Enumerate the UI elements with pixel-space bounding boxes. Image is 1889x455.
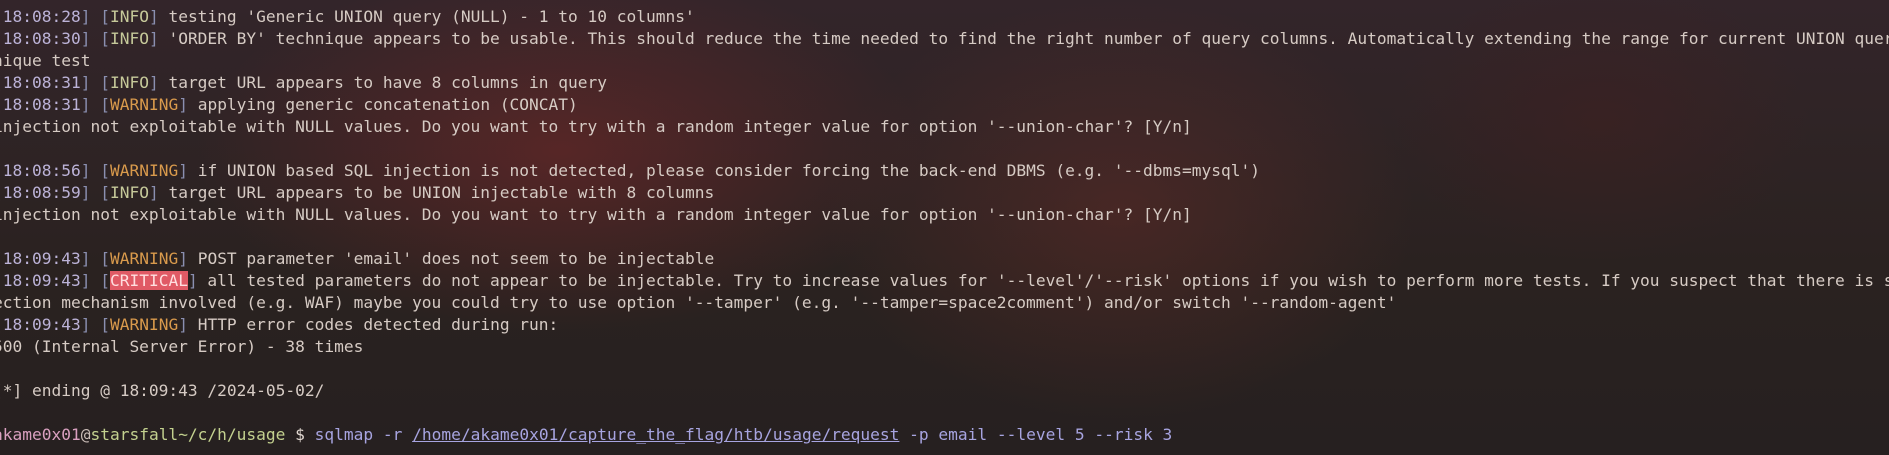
command-name: sqlmap <box>314 425 374 444</box>
log-line: [18:08:30] [INFO] 'ORDER BY' technique a… <box>0 28 1889 50</box>
output-text: nique test <box>0 51 91 70</box>
terminal-output[interactable]: [18:08:28] [INFO] testing 'Generic UNION… <box>0 0 1889 455</box>
command-prompt-line[interactable]: akame0x01@starsfall~/c/h/usage $ sqlmap … <box>0 424 1889 446</box>
log-line: [18:08:31] [INFO] target URL appears to … <box>0 72 1889 94</box>
bracket: ] <box>80 271 91 290</box>
prompt-host: starsfall <box>90 425 179 444</box>
bracket: [ <box>90 29 110 48</box>
bracket: [ <box>90 7 110 26</box>
log-timestamp: 18:09:43 <box>2 271 81 290</box>
bracket: ] <box>178 315 188 334</box>
bracket: ] <box>80 95 91 114</box>
log-level: CRITICAL <box>109 271 188 290</box>
output-line: ection mechanism involved (e.g. WAF) may… <box>0 292 1889 314</box>
log-message: all tested parameters do not appear to b… <box>197 271 1889 290</box>
bracket: [ <box>90 271 110 290</box>
log-line: [18:08:28] [INFO] testing 'Generic UNION… <box>0 6 1889 28</box>
bracket: ] <box>80 73 91 92</box>
log-timestamp: 18:08:31 <box>2 73 81 92</box>
bracket: ] <box>148 73 159 92</box>
log-level: INFO <box>109 73 149 92</box>
output-text: injection not exploitable with NULL valu… <box>0 117 1192 136</box>
log-message: HTTP error codes detected during run: <box>187 315 559 334</box>
bracket: ] <box>148 7 159 26</box>
log-level: INFO <box>109 183 149 202</box>
bracket: ] <box>187 271 198 290</box>
log-line: [18:08:56] [WARNING] if UNION based SQL … <box>0 160 1889 182</box>
bracket: ] <box>178 249 188 268</box>
bracket: ] <box>80 315 91 334</box>
log-level: INFO <box>109 7 149 26</box>
bracket: [ <box>90 183 110 202</box>
log-timestamp: 18:09:43 <box>2 249 81 268</box>
bracket: [ <box>90 249 110 268</box>
prompt-at-sign: @ <box>80 425 91 444</box>
bracket: ] <box>80 183 91 202</box>
log-line: [18:09:43] [CRITICAL] all tested paramet… <box>0 270 1889 292</box>
output-line: 500 (Internal Server Error) - 38 times <box>0 336 1889 358</box>
prompt-path: ~/c/h/usage <box>178 425 286 444</box>
log-message: target URL appears to be UNION injectabl… <box>158 183 715 202</box>
bracket: ] <box>80 249 91 268</box>
bracket: [ <box>90 95 110 114</box>
log-level: WARNING <box>109 249 179 268</box>
log-timestamp: 18:08:56 <box>2 161 81 180</box>
command-args: -p email --level 5 --risk 3 <box>909 425 1173 444</box>
bracket: ] <box>80 7 91 26</box>
output-text: ection mechanism involved (e.g. WAF) may… <box>0 293 1397 312</box>
log-timestamp: 18:08:59 <box>2 183 81 202</box>
bracket: [ <box>90 161 110 180</box>
log-message: testing 'Generic UNION query (NULL) - 1 … <box>158 7 695 26</box>
output-text: 500 (Internal Server Error) - 38 times <box>0 337 364 356</box>
log-timestamp: 18:08:28 <box>2 7 81 26</box>
output-text: [*] ending @ 18:09:43 /2024-05-02/ <box>0 381 325 400</box>
output-line: injection not exploitable with NULL valu… <box>0 204 1889 226</box>
log-level: INFO <box>109 29 149 48</box>
bracket: ] <box>80 161 91 180</box>
bracket: [ <box>90 315 110 334</box>
request-file-link[interactable]: /home/akame0x01/capture_the_flag/htb/usa… <box>412 425 899 444</box>
log-message: target URL appears to have 8 columns in … <box>158 73 608 92</box>
prompt-user: akame0x01 <box>0 425 81 444</box>
output-text: injection not exploitable with NULL valu… <box>0 205 1192 224</box>
log-level: WARNING <box>109 95 179 114</box>
bracket: ] <box>80 29 91 48</box>
output-line: nique test <box>0 50 1889 72</box>
bracket: ] <box>148 29 159 48</box>
log-timestamp: 18:08:30 <box>2 29 81 48</box>
bracket: [ <box>90 73 110 92</box>
output-line: injection not exploitable with NULL valu… <box>0 116 1889 138</box>
log-timestamp: 18:08:31 <box>2 95 81 114</box>
log-message: 'ORDER BY' technique appears to be usabl… <box>158 29 1889 48</box>
log-message: POST parameter 'email' does not seem to … <box>187 249 715 268</box>
log-line: [18:09:43] [WARNING] HTTP error codes de… <box>0 314 1889 336</box>
log-level: WARNING <box>109 315 179 334</box>
log-message: if UNION based SQL injection is not dete… <box>187 161 1260 180</box>
log-message: applying generic concatenation (CONCAT) <box>187 95 578 114</box>
log-level: WARNING <box>109 161 179 180</box>
log-timestamp: 18:09:43 <box>2 315 81 334</box>
log-line: [18:09:43] [WARNING] POST parameter 'ema… <box>0 248 1889 270</box>
command-arg: -r <box>382 425 403 444</box>
bracket: ] <box>178 95 188 114</box>
log-line: [18:08:59] [INFO] target URL appears to … <box>0 182 1889 204</box>
prompt-symbol: $ <box>295 425 305 444</box>
bracket: ] <box>148 183 159 202</box>
log-line: [18:08:31] [WARNING] applying generic co… <box>0 94 1889 116</box>
output-line: [*] ending @ 18:09:43 /2024-05-02/ <box>0 380 1889 402</box>
bracket: ] <box>178 161 188 180</box>
